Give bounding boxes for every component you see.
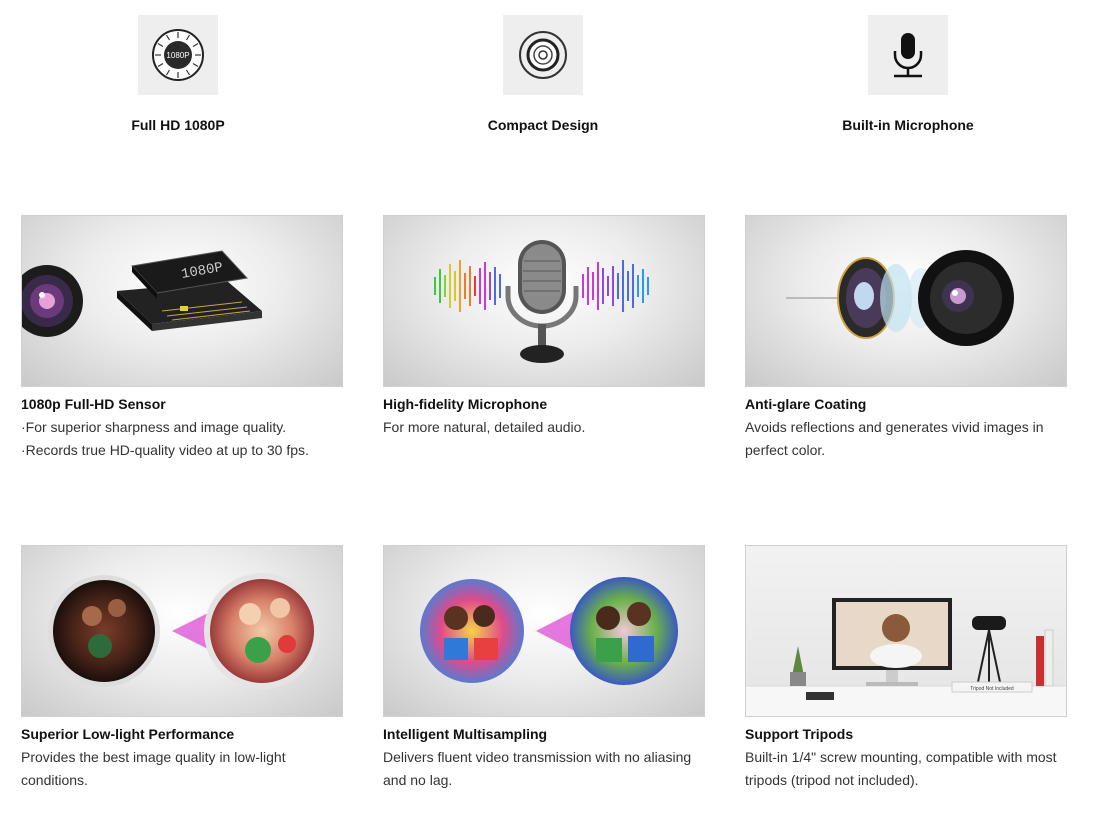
sound-wave-bar [479, 268, 481, 304]
microphone-soundwave-image [383, 215, 705, 387]
sound-wave-bar [612, 266, 614, 306]
card-low-light: Superior Low-light Performance Provides … [21, 545, 343, 792]
card-tripods: Tripod Not Included Support Tripods Buil… [745, 545, 1067, 792]
microphone-icon-box [868, 15, 948, 95]
sensor-chip-image: 1080P [21, 215, 343, 387]
feature-label-full-hd: Full HD 1080P [131, 117, 225, 133]
sound-wave-bar [632, 264, 634, 308]
sound-wave-bar [454, 271, 456, 301]
multisampling-comparison-image [383, 545, 705, 717]
lens-icon [519, 31, 567, 79]
sound-wave-bar [489, 272, 491, 300]
card-title: 1080p Full-HD Sensor [21, 396, 166, 412]
sound-wave-bar [449, 264, 451, 308]
sound-wave-bar [637, 275, 639, 297]
sound-wave-bar [484, 262, 486, 310]
card-title: Intelligent Multisampling [383, 726, 548, 742]
sound-wave-bar [592, 272, 594, 300]
card-sensor: 1080P 1080p Full-HD Sensor ·For superior… [21, 215, 343, 462]
sound-wave-bar [469, 266, 471, 306]
card-title: High-fidelity Microphone [383, 396, 548, 412]
feature-label-built-in-microphone: Built-in Microphone [842, 117, 974, 133]
sound-wave-bar [617, 273, 619, 299]
card-microphone: High-fidelity Microphone For more natura… [383, 215, 705, 439]
hd-1080p-icon: 1080P [152, 29, 204, 81]
sound-wave-bar [439, 269, 441, 303]
sound-wave-bar [494, 267, 496, 305]
sound-wave-bar [582, 274, 584, 298]
sound-wave-bar [642, 269, 644, 303]
sound-wave-bar [434, 277, 436, 295]
sound-wave-bar [607, 276, 609, 296]
sound-wave-bar [474, 276, 476, 296]
sound-wave-bar [464, 273, 466, 299]
card-title: Anti-glare Coating [745, 396, 867, 412]
card-anti-glare: Anti-glare Coating Avoids reflections an… [745, 215, 1067, 462]
card-title: Superior Low-light Performance [21, 726, 235, 742]
hd-icon-text: 1080P [166, 51, 189, 60]
lens-coating-image [745, 215, 1067, 387]
card-description: Avoids reflections and generates vivid i… [745, 419, 1044, 458]
feature-compact-design: Compact Design [393, 0, 693, 133]
feature-built-in-microphone: Built-in Microphone [758, 0, 1058, 133]
sound-wave-bar [647, 277, 649, 295]
sound-wave-bar [444, 275, 446, 297]
low-light-comparison-image [21, 545, 343, 717]
card-description: For more natural, detailed audio. [383, 419, 586, 435]
sound-wave-bar [597, 262, 599, 310]
hd-1080p-icon-box: 1080P [138, 15, 218, 95]
lens-icon-box [503, 15, 583, 95]
card-description: ·For superior sharpness and image qualit… [21, 419, 309, 458]
feature-label-compact-design: Compact Design [487, 117, 599, 133]
sound-wave-bar [627, 271, 629, 301]
feature-full-hd: 1080P Full HD 1080P [28, 0, 328, 133]
tripod-desk-image: Tripod Not Included [745, 545, 1067, 717]
sound-wave-bar [459, 260, 461, 312]
tripod-box-text: Tripod Not Included [970, 686, 1014, 692]
card-description: Delivers fluent video transmission with … [383, 749, 692, 788]
microphone-icon [893, 33, 923, 78]
card-description: Built-in 1/4" screw mounting, compatible… [745, 749, 1057, 788]
card-title: Support Tripods [745, 726, 854, 742]
card-multisampling: Intelligent Multisampling Delivers fluen… [383, 545, 705, 792]
sound-wave-bar [587, 267, 589, 305]
sound-wave-bar [622, 260, 624, 312]
sound-wave-bar [602, 268, 604, 304]
sound-wave-bar [499, 274, 501, 298]
card-description: Provides the best image quality in low-l… [21, 749, 286, 788]
